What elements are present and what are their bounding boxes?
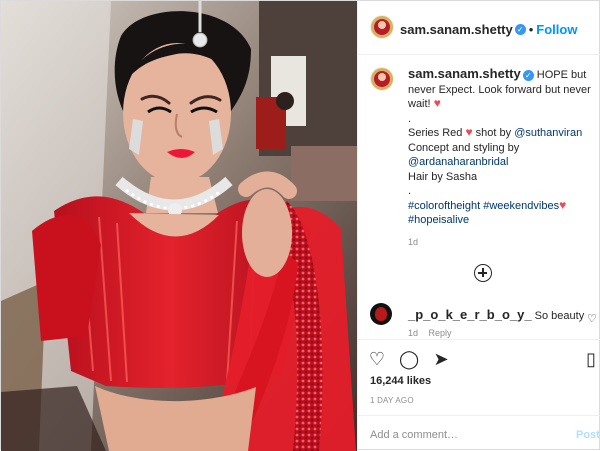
instagram-post-frame: sam.sanam.shetty ✓ • Follow sam.sanam.shett… (0, 0, 600, 451)
concept-text: Concept and styling by (408, 141, 520, 154)
caption-text: sam.sanam.shetty ✓ HOPE but never Expect.… (408, 66, 592, 249)
comment-text: _p_o_k_e_r_b_o_y_ So beauty (408, 307, 584, 322)
follow-button[interactable]: Follow (536, 22, 577, 37)
hashtag-weekend[interactable]: #weekendvibes (483, 200, 559, 212)
comment-meta: 1d Reply (408, 328, 452, 338)
caption-time: 1d (408, 236, 419, 247)
heart-emoji-icon: ♥ (559, 197, 567, 212)
shot-by-text: shot by (475, 127, 512, 139)
comment-like-icon[interactable]: ♡ (587, 312, 597, 325)
post-photo[interactable] (1, 1, 357, 451)
comment-time: 1d (408, 328, 419, 338)
hair-text: Hair by Sasha (408, 170, 478, 183)
commenter-avatar[interactable] (370, 303, 392, 325)
load-more-icon[interactable] (474, 264, 492, 282)
post-sidebar: sam.sanam.shetty ✓ • Follow sam.sanam.shett… (357, 1, 600, 451)
caption-avatar[interactable] (370, 67, 394, 91)
header-separator: • (528, 22, 534, 37)
caption-username[interactable]: sam.sanam.shetty (408, 66, 521, 81)
header-username-row: sam.sanam.shetty ✓ • Follow (400, 21, 577, 39)
caption-dot: . (408, 185, 412, 197)
post-header: sam.sanam.shetty ✓ • Follow (358, 1, 600, 55)
hashtag-color[interactable]: #coloroftheight (408, 200, 480, 212)
comment-body: So beauty (534, 310, 585, 322)
heart-icon[interactable]: ♡ (367, 349, 387, 369)
series-text: Series Red (408, 127, 463, 139)
post-button[interactable]: Post (576, 429, 600, 441)
bookmark-icon[interactable]: ▯ (581, 349, 600, 369)
verified-icon: ✓ (514, 24, 526, 36)
comment-username[interactable]: _p_o_k_e_r_b_o_y_ (408, 307, 532, 322)
likes-count[interactable]: 16,244 likes (370, 375, 431, 387)
add-comment-input[interactable]: Add a comment… (370, 429, 458, 441)
profile-avatar[interactable] (370, 15, 394, 39)
verified-icon: ✓ (522, 69, 534, 81)
mention-stylist[interactable]: @ardanaharanbridal (408, 156, 508, 168)
hashtag-hope[interactable]: #hopeisalive (408, 214, 469, 226)
bridal-portrait-image (1, 1, 357, 451)
mention-photographer[interactable]: @suthanviran (514, 127, 582, 139)
comment-icon[interactable]: ◯ (399, 349, 419, 369)
reply-link[interactable]: Reply (429, 328, 452, 338)
add-comment-bar: Add a comment… Post (358, 415, 600, 450)
caption: sam.sanam.shetty ✓ HOPE but never Expect.… (370, 66, 592, 249)
heart-emoji-icon: ♥ (433, 96, 441, 110)
post-actions: ♡ ◯ ➤ ▯ 16,244 likes 1 DAY AGO Add a com… (358, 339, 600, 450)
caption-dot: . (408, 112, 412, 125)
post-time: 1 DAY AGO (370, 396, 414, 405)
heart-emoji-icon: ♥ (465, 125, 473, 139)
header-username[interactable]: sam.sanam.shetty (400, 22, 513, 37)
share-icon[interactable]: ➤ (431, 349, 451, 369)
